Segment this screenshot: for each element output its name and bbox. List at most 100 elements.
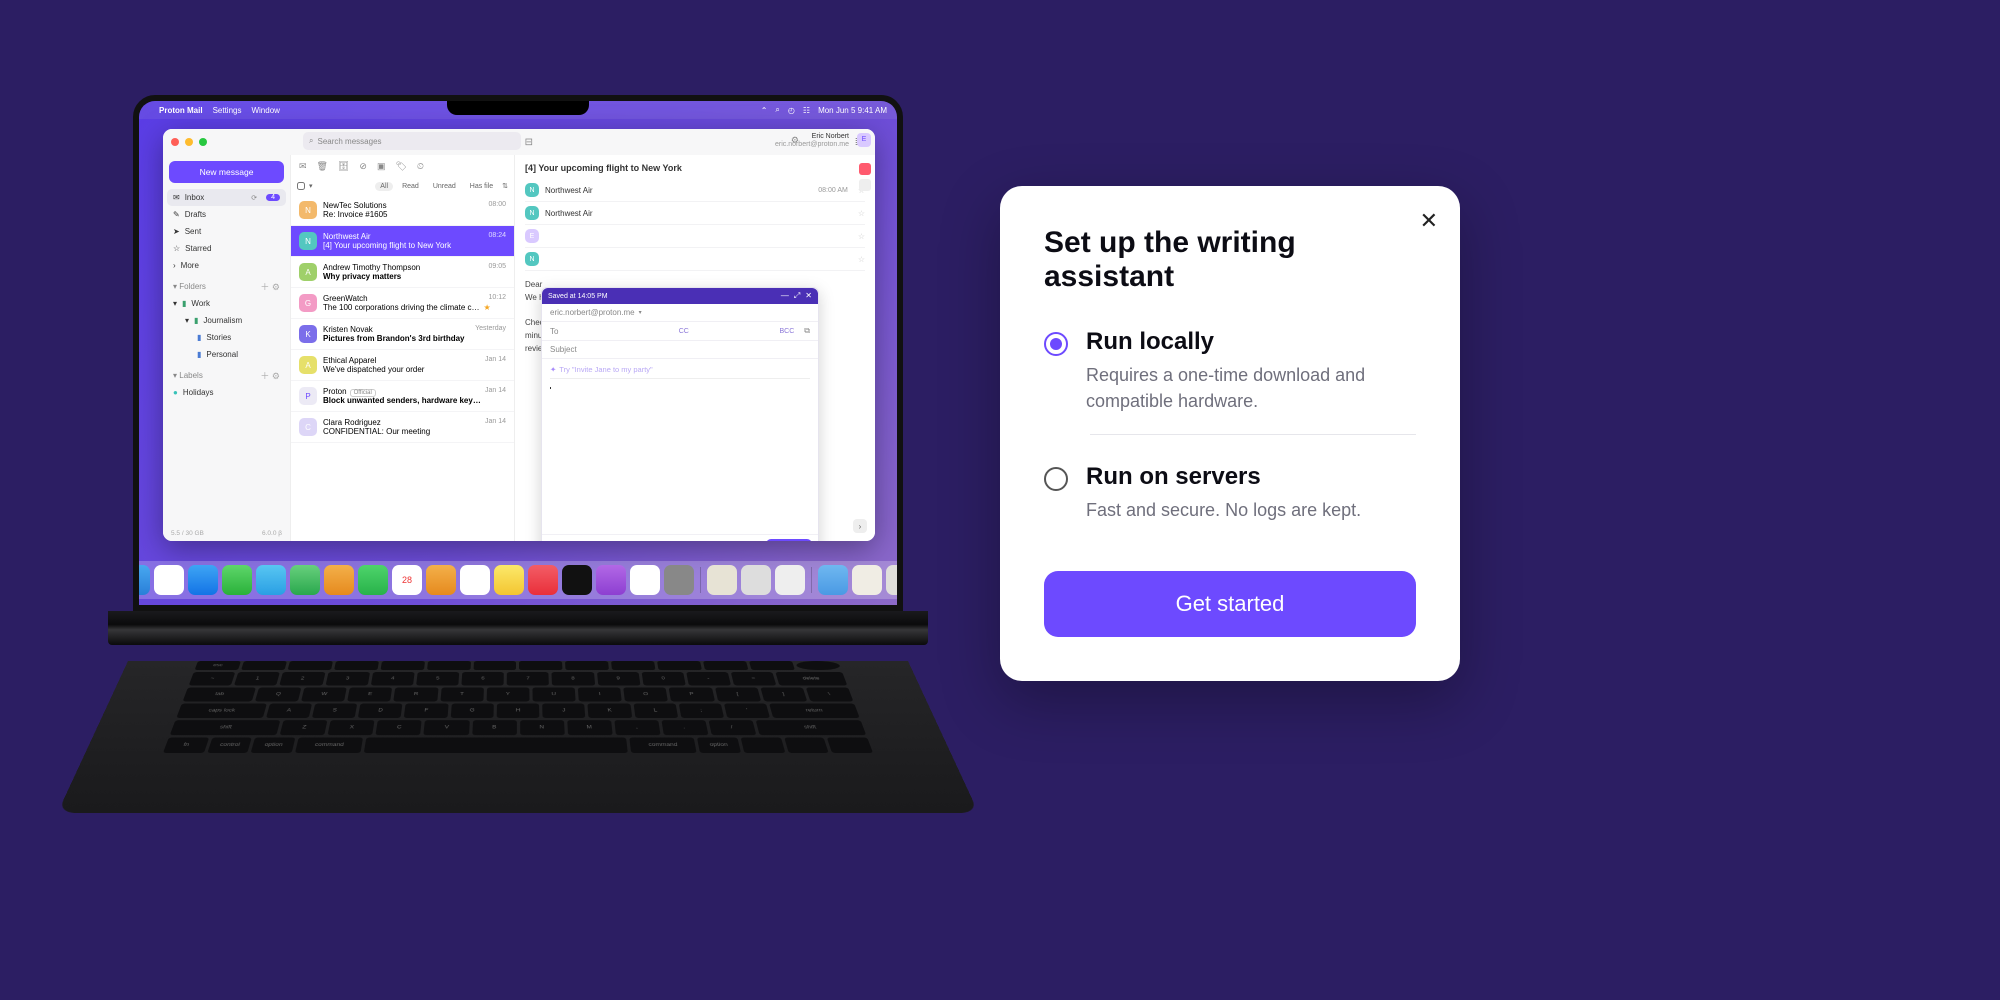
sidebar-item-drafts[interactable]: ✎Drafts: [163, 206, 290, 223]
sidebar-item-more[interactable]: ›More: [163, 257, 290, 274]
subject-field[interactable]: Subject: [542, 341, 818, 359]
control-center-icon[interactable]: ☷: [803, 106, 810, 115]
thread-row[interactable]: E ☆: [525, 225, 865, 248]
dock-app-settings[interactable]: [664, 565, 694, 595]
sidebar-item-journalism[interactable]: ▾▮Journalism: [163, 312, 290, 329]
dock-app-calendar[interactable]: 28: [392, 565, 422, 595]
sort-icon[interactable]: ⇅: [502, 182, 508, 190]
dock-app-finder[interactable]: [133, 565, 150, 595]
chevron-down-icon[interactable]: ▾: [639, 309, 642, 316]
compose-icon[interactable]: ✉: [299, 161, 307, 172]
window-zoom-icon[interactable]: [199, 138, 207, 146]
radio-run-locally[interactable]: [1044, 332, 1068, 356]
dock-app-tv[interactable]: [562, 565, 592, 595]
chevron-down-icon[interactable]: ▾: [309, 182, 313, 190]
rail-mail-icon[interactable]: [859, 163, 871, 175]
add-label-icon[interactable]: ＋ ⚙: [260, 369, 280, 382]
menubar-item-window[interactable]: Window: [251, 106, 279, 115]
new-message-button[interactable]: New message: [169, 161, 284, 183]
message-row[interactable]: P ProtonOfficialJan 14 Block unwanted se…: [291, 381, 514, 412]
dock-app-launchpad[interactable]: [154, 565, 184, 595]
thread-row[interactable]: N Northwest Air 08:00 AM ☆: [525, 179, 865, 202]
window-minimize-icon[interactable]: [185, 138, 193, 146]
dock-app-contacts[interactable]: [426, 565, 456, 595]
send-button[interactable]: Send▾: [766, 539, 812, 541]
minimize-icon[interactable]: —: [781, 291, 789, 301]
dock-app-music[interactable]: [528, 565, 558, 595]
user-icon[interactable]: ◴: [788, 106, 795, 115]
search-input[interactable]: ⌕ Search messages: [303, 132, 521, 150]
radio-run-on-servers[interactable]: [1044, 467, 1068, 491]
wifi-icon[interactable]: ⌃: [761, 106, 768, 115]
sidebar-item-work[interactable]: ▾▮Work: [163, 295, 290, 312]
filter-read[interactable]: Read: [397, 182, 424, 191]
filter-hasfile[interactable]: Has file: [465, 182, 498, 191]
filter-all[interactable]: All: [375, 182, 393, 191]
close-icon[interactable]: ✕: [805, 291, 812, 301]
option-run-on-servers[interactable]: Run on servers Fast and secure. No logs …: [1044, 457, 1416, 543]
macos-dock[interactable]: 28: [133, 561, 903, 599]
thread-row[interactable]: N Northwest Air ☆: [525, 202, 865, 225]
layout-icon[interactable]: ⊟: [521, 137, 537, 148]
message-row[interactable]: N Northwest Air08:24 [4] Your upcoming f…: [291, 226, 514, 257]
dock-app-trash[interactable]: [886, 565, 903, 595]
message-row[interactable]: A Ethical ApparelJan 14 We've dispatched…: [291, 350, 514, 381]
bcc-button[interactable]: BCC: [774, 328, 795, 335]
dock-app-recent2[interactable]: [741, 565, 771, 595]
avatar[interactable]: E: [857, 133, 871, 147]
dock-app-doc[interactable]: [852, 565, 882, 595]
message-row[interactable]: N NewTec Solutions08:00 Re: Invoice #160…: [291, 195, 514, 226]
composer-body[interactable]: ✦Try "Invite Jane to my party": [542, 359, 818, 534]
account-info[interactable]: Eric Norbert eric.norbert@proton.me E: [775, 133, 849, 148]
close-icon[interactable]: ✕: [1420, 208, 1438, 234]
dock-app-podcasts[interactable]: [596, 565, 626, 595]
dock-app-notes[interactable]: [494, 565, 524, 595]
message-row[interactable]: G GreenWatch10:12 The 100 corporations d…: [291, 288, 514, 319]
trash-icon[interactable]: 🗑: [317, 161, 328, 172]
sidebar-item-holidays[interactable]: ●Holidays: [163, 384, 290, 401]
dock-app-facetime[interactable]: [358, 565, 388, 595]
spam-icon[interactable]: ⊘: [359, 161, 367, 172]
select-all-checkbox[interactable]: [297, 182, 305, 190]
from-field[interactable]: eric.norbert@proton.me▾: [542, 304, 818, 322]
message-row[interactable]: K Kristen NovakYesterday Pictures from B…: [291, 319, 514, 350]
dock-app-photos[interactable]: [324, 565, 354, 595]
label-icon[interactable]: 🏷: [395, 161, 406, 172]
star-icon[interactable]: ☆: [858, 209, 865, 218]
sidebar-item-personal[interactable]: ▮Personal: [163, 346, 290, 363]
sidebar-item-starred[interactable]: ☆Starred: [163, 240, 290, 257]
menubar-app[interactable]: Proton Mail: [159, 106, 203, 115]
sidebar-item-inbox[interactable]: ✉ Inbox ⟳ 4: [167, 189, 286, 206]
star-icon[interactable]: ☆: [858, 232, 865, 241]
contacts-icon[interactable]: ⧉: [798, 326, 810, 336]
dock-app-maps[interactable]: [290, 565, 320, 595]
rail-calendar-icon[interactable]: [859, 179, 871, 191]
dock-app-mail[interactable]: [256, 565, 286, 595]
refresh-icon[interactable]: ⟳: [251, 194, 257, 202]
sidebar-section-folders[interactable]: ▾ Folders＋ ⚙: [163, 274, 290, 295]
search-icon[interactable]: ⌕: [775, 105, 779, 115]
star-icon[interactable]: ☆: [858, 255, 865, 264]
dock-app-recent3[interactable]: [775, 565, 805, 595]
dock-app-messages[interactable]: [222, 565, 252, 595]
ai-hint[interactable]: ✦Try "Invite Jane to my party": [550, 365, 810, 379]
next-message-button[interactable]: ›: [853, 519, 867, 533]
cc-button[interactable]: CC: [673, 328, 689, 335]
archive-icon[interactable]: 🗄: [338, 161, 349, 172]
message-row[interactable]: A Andrew Timothy Thompson09:05 Why priva…: [291, 257, 514, 288]
message-row[interactable]: C Clara RodriguezJan 14 CONFIDENTIAL: Ou…: [291, 412, 514, 443]
move-icon[interactable]: ▣: [377, 161, 386, 172]
snooze-icon[interactable]: ⏲: [417, 161, 424, 172]
dock-app-appstore[interactable]: [630, 565, 660, 595]
sidebar-item-stories[interactable]: ▮Stories: [163, 329, 290, 346]
get-started-button[interactable]: Get started: [1044, 571, 1416, 637]
dock-app-recent1[interactable]: [707, 565, 737, 595]
menubar-item-settings[interactable]: Settings: [213, 106, 242, 115]
dock-app-reminders[interactable]: [460, 565, 490, 595]
thread-row[interactable]: N ☆: [525, 248, 865, 271]
add-folder-icon[interactable]: ＋ ⚙: [260, 280, 280, 293]
sidebar-section-labels[interactable]: ▾ Labels＋ ⚙: [163, 363, 290, 384]
window-close-icon[interactable]: [171, 138, 179, 146]
menubar-clock[interactable]: Mon Jun 5 9:41 AM: [818, 106, 887, 115]
sidebar-item-sent[interactable]: ➤Sent: [163, 223, 290, 240]
